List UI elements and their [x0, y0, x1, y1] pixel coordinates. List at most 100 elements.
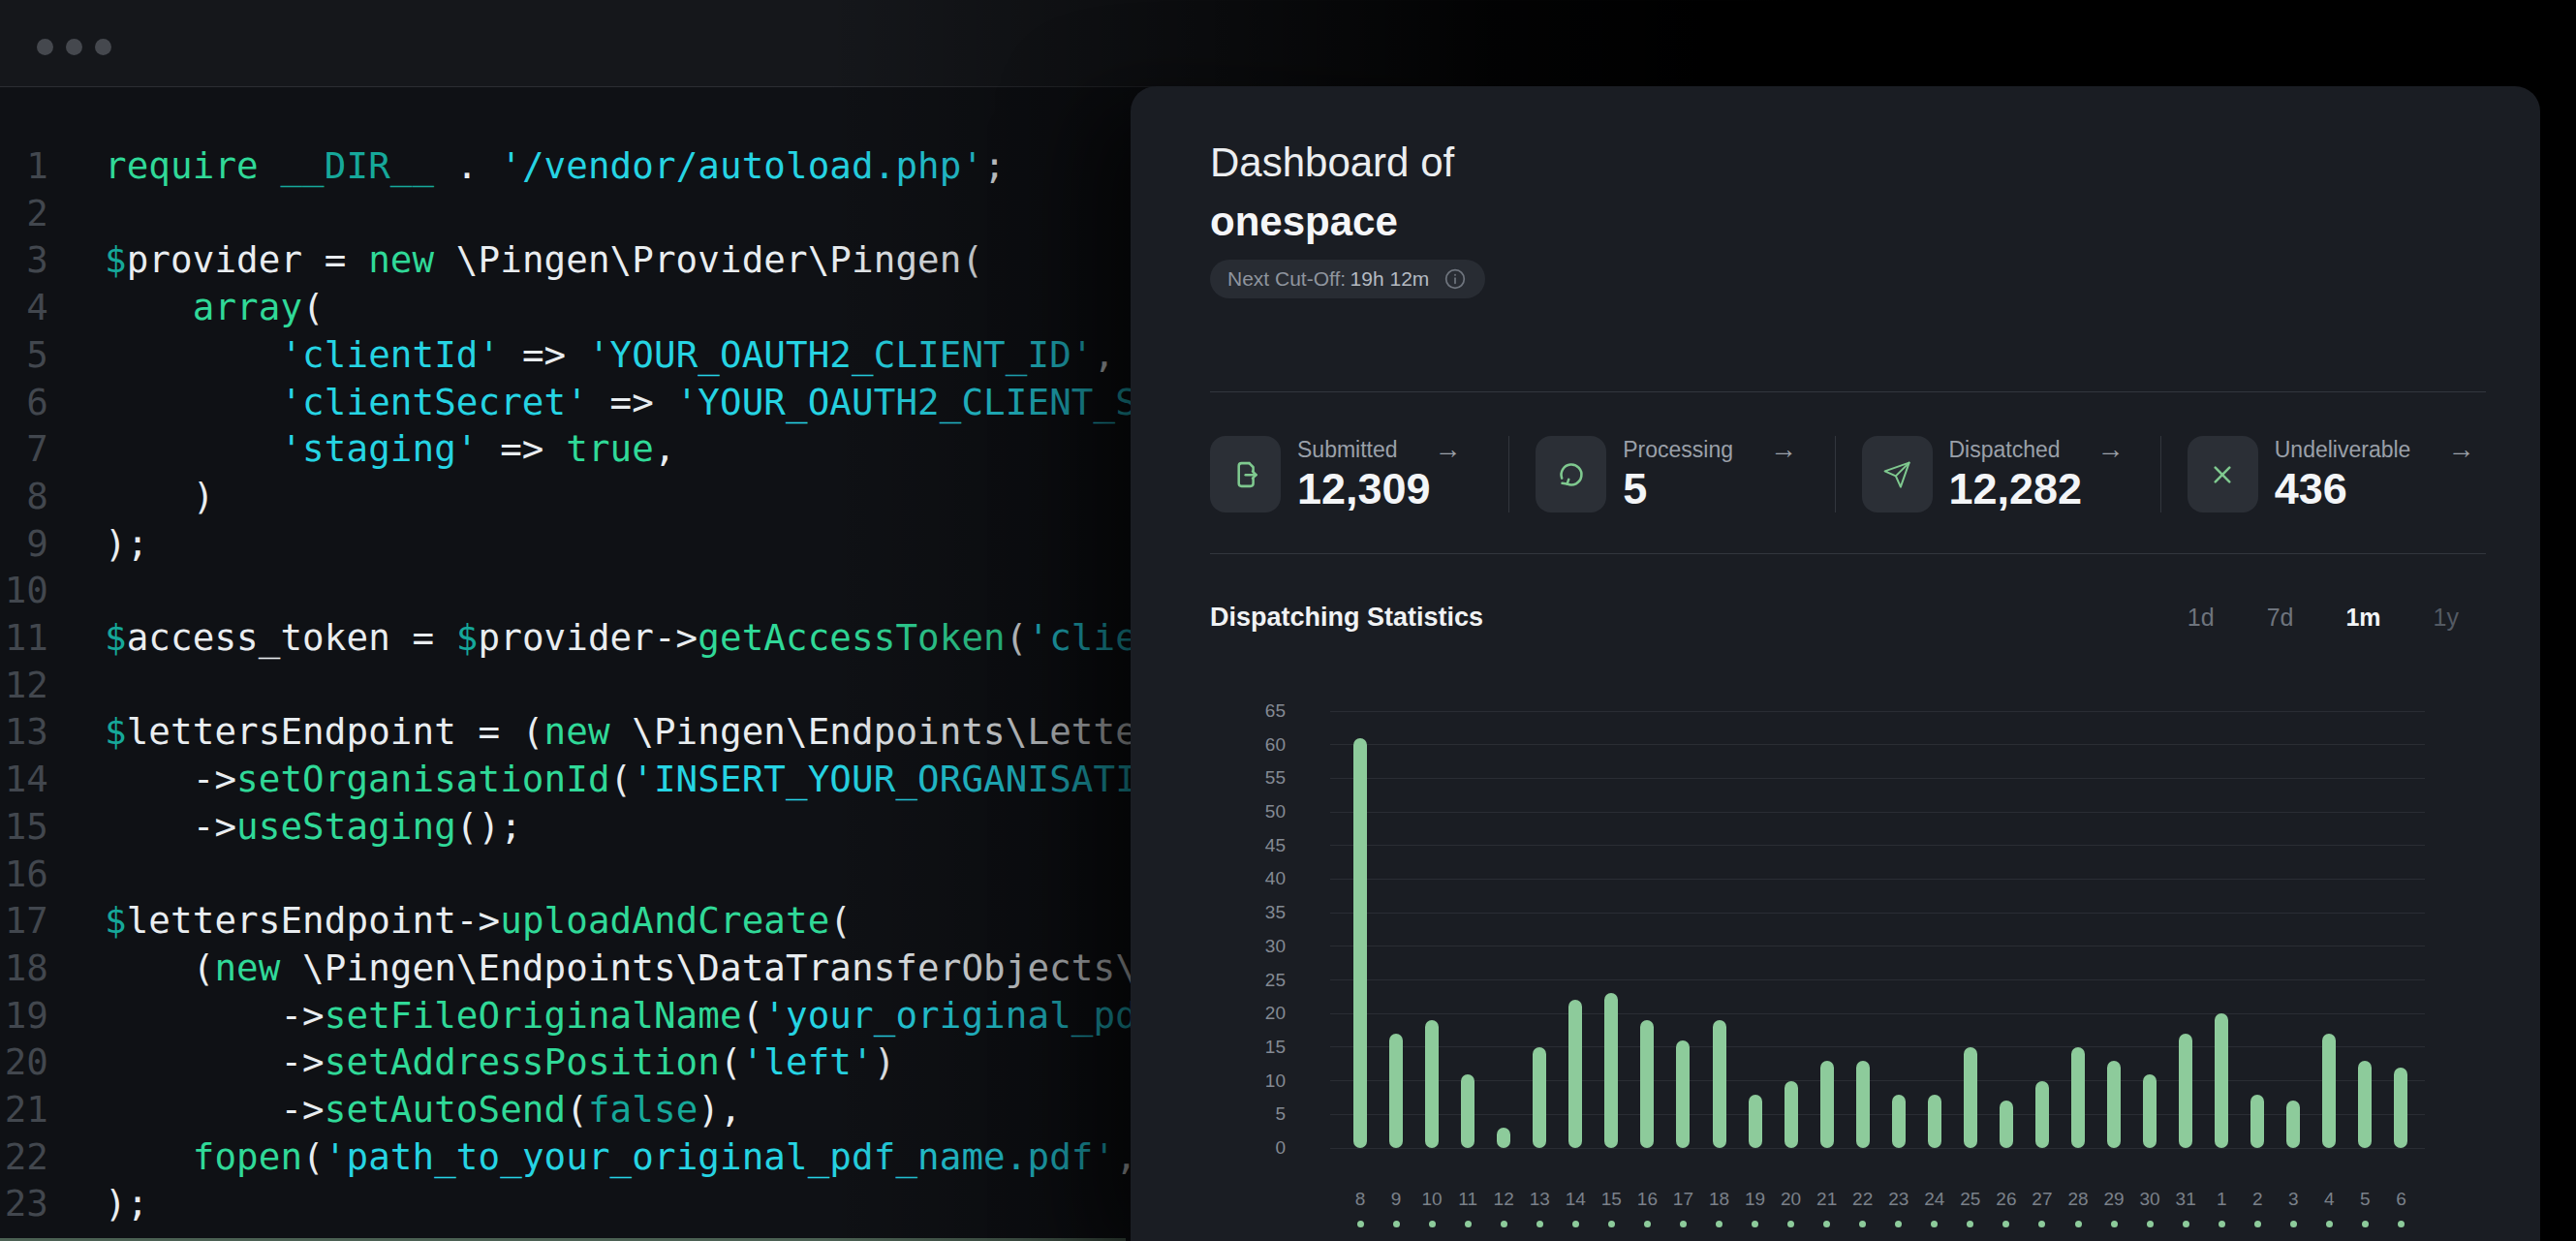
stat-text: Undeliverable→436 — [2275, 436, 2475, 512]
x-axis-dot — [1752, 1221, 1758, 1227]
window-control-dot[interactable] — [66, 39, 82, 55]
line-number: 10 — [0, 567, 48, 614]
chart-bar[interactable] — [2143, 1074, 2157, 1148]
range-button-7d[interactable]: 7d — [2267, 604, 2294, 632]
chart-bar[interactable] — [1389, 1034, 1403, 1148]
line-number: 14 — [0, 756, 48, 803]
chart-bar[interactable] — [1353, 738, 1367, 1148]
x-axis-dot — [1357, 1221, 1364, 1227]
code-text — [48, 851, 127, 898]
chart-bar[interactable] — [1461, 1074, 1474, 1148]
code-text: 'staging' => true, — [48, 425, 676, 473]
stat-icon-box — [1210, 436, 1281, 512]
gridline — [1330, 711, 2425, 712]
line-number: 18 — [0, 945, 48, 992]
chart-bar[interactable] — [1568, 1000, 1582, 1148]
dashboard-title-prefix: Dashboard of — [1210, 133, 1454, 193]
x-axis-dot — [2111, 1221, 2118, 1227]
stat-card-undeliverable[interactable]: Undeliverable→436 — [2160, 436, 2486, 512]
y-axis-label: 35 — [1131, 901, 1286, 924]
x-axis-label: 6 — [2379, 1188, 2422, 1211]
chart-bar[interactable] — [1820, 1061, 1834, 1148]
chart-bar[interactable] — [1892, 1095, 1906, 1149]
stat-card-processing[interactable]: Processing→5 — [1508, 436, 1834, 512]
chart-section-title: Dispatching Statistics — [1210, 603, 1483, 633]
y-axis-label: 5 — [1131, 1102, 1286, 1126]
chart-bar[interactable] — [1749, 1095, 1762, 1149]
gridline — [1330, 1148, 2425, 1149]
time-range-selector: 1d 7d 1m 1y — [2188, 604, 2486, 632]
x-axis-dot — [2219, 1221, 2225, 1227]
chart-bar[interactable] — [1928, 1095, 1941, 1149]
y-axis-label: 55 — [1131, 766, 1286, 790]
x-axis-dot — [1931, 1221, 1938, 1227]
chart-bar[interactable] — [2286, 1101, 2300, 1148]
x-axis-dot — [1465, 1221, 1472, 1227]
refresh-icon — [1553, 456, 1590, 493]
arrow-right-icon: → — [1435, 437, 1462, 462]
chart-bar[interactable] — [2035, 1081, 2049, 1148]
x-axis-dot — [1967, 1221, 1973, 1227]
range-button-1y[interactable]: 1y — [2434, 604, 2459, 632]
stat-card-dispatched[interactable]: Dispatched→12,282 — [1835, 436, 2160, 512]
x-axis-dot — [1895, 1221, 1902, 1227]
chart-bar[interactable] — [1497, 1128, 1510, 1148]
code-text: ); — [48, 1180, 148, 1227]
chart-bar[interactable] — [1964, 1047, 1977, 1148]
line-number: 15 — [0, 803, 48, 851]
chart-bar[interactable] — [2107, 1061, 2121, 1148]
chart-bar[interactable] — [2215, 1013, 2228, 1148]
info-icon — [1443, 266, 1468, 292]
line-number: 5 — [0, 331, 48, 379]
chart-bar[interactable] — [1713, 1020, 1726, 1148]
chart-bar[interactable] — [2179, 1034, 2192, 1148]
line-number: 12 — [0, 662, 48, 709]
x-axis-dot — [1536, 1221, 1543, 1227]
x-axis-dot — [2002, 1221, 2009, 1227]
stat-label: Submitted — [1297, 437, 1398, 463]
cutoff-badge[interactable]: Next Cut-Off: 19h 12m — [1210, 260, 1485, 298]
gridline — [1330, 1013, 2425, 1014]
stat-card-submitted[interactable]: Submitted→12,309 — [1210, 436, 1508, 512]
x-axis-dot — [2398, 1221, 2405, 1227]
y-axis-label: 65 — [1131, 699, 1286, 723]
chart-bar[interactable] — [2071, 1047, 2085, 1148]
range-button-1d[interactable]: 1d — [2188, 604, 2215, 632]
line-number: 2 — [0, 190, 48, 237]
chart-bar[interactable] — [1604, 993, 1618, 1148]
x-axis-dot — [1608, 1221, 1615, 1227]
chart-bar[interactable] — [1533, 1047, 1546, 1148]
arrow-right-icon: → — [1770, 437, 1797, 462]
chart-bar[interactable] — [2000, 1101, 2013, 1148]
code-text: array( — [48, 284, 325, 331]
chart-bar[interactable] — [1785, 1081, 1798, 1148]
y-axis-label: 25 — [1131, 969, 1286, 992]
x-axis-dot — [1572, 1221, 1579, 1227]
chart-bar[interactable] — [1640, 1020, 1654, 1148]
chart-bar[interactable] — [1425, 1020, 1439, 1148]
line-number: 3 — [0, 236, 48, 284]
code-text — [48, 567, 127, 614]
chart-bar[interactable] — [2322, 1034, 2336, 1148]
window-control-dot[interactable] — [95, 39, 111, 55]
line-number: 9 — [0, 520, 48, 568]
window-control-dot[interactable] — [37, 39, 53, 55]
chart-bar[interactable] — [2358, 1061, 2372, 1148]
gridline — [1330, 913, 2425, 914]
gridline — [1330, 744, 2425, 745]
chart-bar[interactable] — [1856, 1061, 1870, 1148]
code-text: $lettersEndpoint->uploadAndCreate( — [48, 897, 852, 945]
gridline — [1330, 1046, 2425, 1047]
x-axis-dot — [1429, 1221, 1436, 1227]
range-button-1m[interactable]: 1m — [2345, 604, 2380, 632]
chart-bar[interactable] — [2394, 1068, 2407, 1148]
chart-bar[interactable] — [1676, 1040, 1690, 1148]
gridline — [1330, 778, 2425, 779]
y-axis-label: 0 — [1131, 1136, 1286, 1160]
line-number: 8 — [0, 473, 48, 520]
x-axis-dot — [1501, 1221, 1507, 1227]
chart-bar[interactable] — [2250, 1095, 2264, 1149]
gridline — [1330, 845, 2425, 846]
x-axis-dot — [2290, 1221, 2297, 1227]
arrow-right-icon: → — [2447, 437, 2474, 462]
